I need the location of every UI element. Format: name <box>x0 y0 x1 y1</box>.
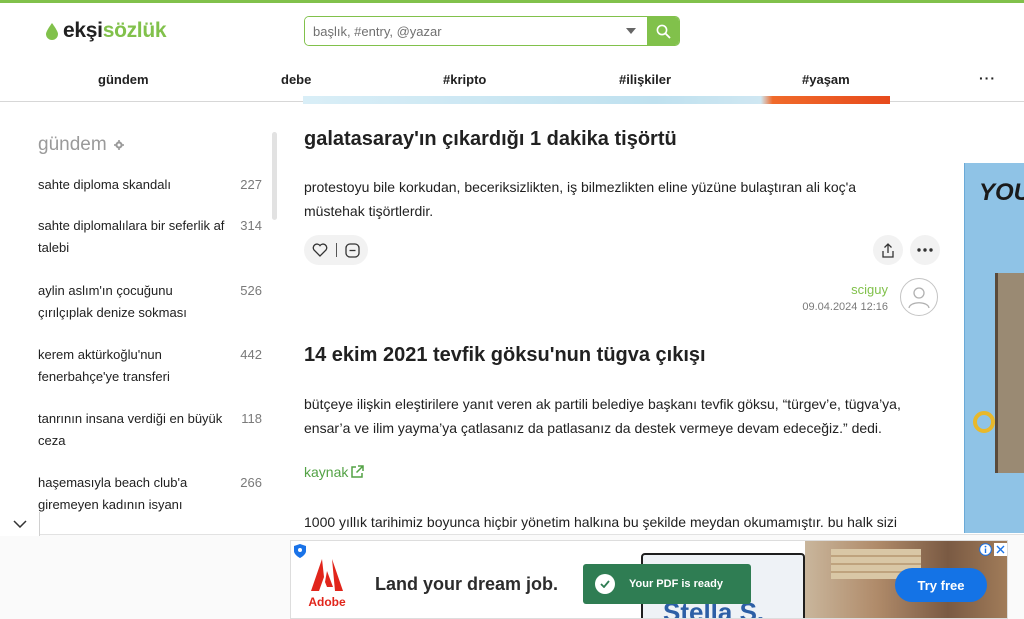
topic-text: kerem aktürkoğlu'nun <box>38 347 162 362</box>
topic-count: 526 <box>240 283 262 298</box>
topic-text: sahte diploma skandalı <box>38 177 171 192</box>
search-button[interactable] <box>647 17 679 45</box>
sidebar-topic[interactable]: sahte diploma skandalı <box>38 174 238 196</box>
topic-count: 118 <box>241 411 262 426</box>
adobe-wordmark: Adobe <box>308 595 346 609</box>
avatar[interactable] <box>900 278 938 316</box>
topic-count: 314 <box>240 218 262 233</box>
topic-count: 442 <box>240 347 262 362</box>
entry-text-line: bütçeye ilişkin eleştirilere yanıt veren… <box>304 396 901 412</box>
source-link-text: kaynak <box>304 464 349 480</box>
search-bar <box>304 16 680 46</box>
caret-down-icon <box>626 28 636 34</box>
entry-text-line: protestoyu bile korkudan, beceriksizlikt… <box>304 179 857 195</box>
top-ad-sliver[interactable] <box>303 96 890 104</box>
entry-title[interactable]: galatasaray'ın çıkardığı 1 dakika tişört… <box>304 128 677 151</box>
sidebar-topic[interactable]: sahte diplomalılara bir seferlik af taleb… <box>38 215 238 259</box>
sidebar-topic[interactable]: haşemasıyla beach club'a giremeyen kadını… <box>38 472 238 516</box>
sidebar: gündem sahte diploma skandalı 227 sahte … <box>0 102 282 534</box>
side-ad-text: YOU <box>979 179 1024 206</box>
nav-iliskiler[interactable]: #ilişkiler <box>619 72 671 87</box>
sidebar-topic[interactable]: kerem aktürkoğlu'nun fenerbahçe'ye transf… <box>38 344 238 388</box>
entry-title[interactable]: 14 ekim 2021 tevfik göksu'nun tügva çıkı… <box>304 344 706 367</box>
nav-kripto[interactable]: #kripto <box>443 72 486 87</box>
sidebar-collapse-button[interactable] <box>0 512 40 536</box>
gear-icon[interactable] <box>113 140 124 150</box>
source-link[interactable]: kaynak <box>304 464 365 480</box>
entry-text-line: ensar’a ve ilim yayma’ya çatlasanız da p… <box>304 420 882 436</box>
topic-text: çırılçıplak denize sokması <box>38 305 187 320</box>
shield-icon <box>294 544 306 558</box>
logo-text-dark: ekşi <box>63 19 103 42</box>
ad-headline: Land your dream job. <box>375 574 559 594</box>
drop-icon <box>46 22 58 40</box>
top-accent-line <box>0 0 1024 3</box>
ad-toast: Your PDF is ready <box>583 564 751 604</box>
adobe-logo: Adobe <box>307 557 347 613</box>
topic-text: tanrının insana verdiği en büyük <box>38 411 223 426</box>
search-input[interactable] <box>305 17 615 45</box>
topic-text: giremeyen kadının isyanı <box>38 497 183 512</box>
share-icon <box>882 242 894 258</box>
external-link-icon <box>351 465 365 478</box>
site-logo[interactable]: ekşi sözlük <box>46 18 167 44</box>
ad-cta-button[interactable]: Try free <box>895 568 987 602</box>
entry-author[interactable]: sciguy <box>851 282 888 297</box>
top-navigation: gündem debe #kripto #ilişkiler #yaşam ··… <box>0 62 1024 96</box>
search-options-button[interactable] <box>615 17 647 45</box>
share-button[interactable] <box>873 235 903 265</box>
topic-text: fenerbahçe'ye transferi <box>38 369 170 384</box>
sidebar-topic[interactable]: aylin aslım'ın çocuğunu çırılçıplak deniz… <box>38 280 238 324</box>
entry-more-button[interactable] <box>910 235 940 265</box>
ad-choices[interactable] <box>979 543 1007 557</box>
topic-count: 266 <box>240 475 262 490</box>
info-icon[interactable] <box>979 543 992 556</box>
more-menu-button[interactable]: ··· <box>979 70 996 86</box>
logo-text-green: sözlük <box>102 19 167 42</box>
sidebar-title-text: gündem <box>38 134 107 155</box>
nav-debe[interactable]: debe <box>281 72 311 87</box>
sidebar-title[interactable]: gündem <box>38 134 124 156</box>
topic-text: haşemasıyla beach club'a <box>38 475 188 490</box>
entry-content: protestoyu bile korkudan, beceriksizlikt… <box>304 175 954 223</box>
ad-toast-text: Your PDF is ready <box>629 578 723 590</box>
nav-yasam[interactable]: #yaşam <box>802 72 850 87</box>
entry-vote-actions <box>304 235 368 265</box>
downvote-icon[interactable] <box>345 242 360 258</box>
adobe-icon <box>311 559 343 591</box>
heart-icon[interactable] <box>312 243 328 257</box>
topic-count: 227 <box>240 177 262 192</box>
bottom-advertisement[interactable]: Adobe Land your dream job. Stella S. You… <box>290 540 1008 619</box>
nav-gundem[interactable]: gündem <box>98 72 149 87</box>
close-icon[interactable] <box>994 543 1007 556</box>
topic-text: sahte diplomalılara bir seferlik af <box>38 218 225 233</box>
search-icon <box>656 24 671 39</box>
more-dots-icon <box>917 248 933 252</box>
sidebar-topic[interactable]: tanrının insana verdiği en büyük ceza <box>38 408 238 452</box>
side-advertisement[interactable]: YOU <box>964 163 1024 533</box>
user-avatar-icon <box>908 287 930 309</box>
check-icon <box>595 574 615 594</box>
entry-date[interactable]: 09.04.2024 12:16 <box>802 301 888 313</box>
entry-text-line: 1000 yıllık tarihimiz boyunca hiçbir yön… <box>304 514 897 530</box>
side-ad-illustration <box>995 273 1024 473</box>
topic-text: ceza <box>38 433 66 448</box>
chevron-down-icon <box>12 520 27 528</box>
entry-content: bütçeye ilişkin eleştirilere yanıt veren… <box>304 392 954 440</box>
topic-text: aylin aslım'ın çocuğunu <box>38 283 173 298</box>
key-icon <box>973 411 995 433</box>
topic-text: talebi <box>38 240 70 255</box>
entry-text-line: müstehak tişörtlerdir. <box>304 203 434 219</box>
vote-separator <box>336 243 337 257</box>
sidebar-scrollbar[interactable] <box>272 132 277 220</box>
